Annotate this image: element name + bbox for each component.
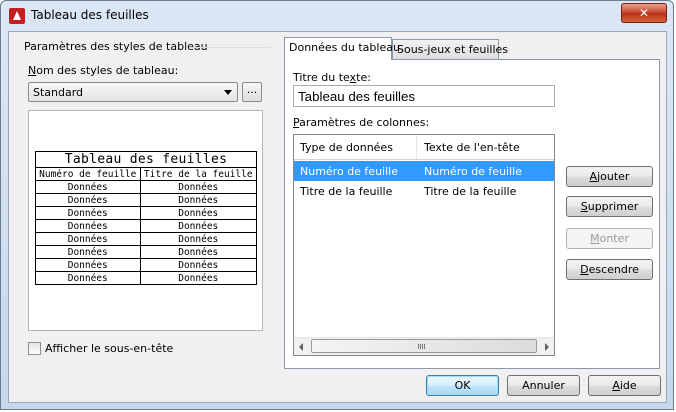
preview-cell: Données: [35, 271, 141, 285]
title-bar[interactable]: Tableau des feuilles ✕: [1, 1, 673, 31]
preview-table: Tableau des feuilles Numéro de feuille T…: [35, 151, 258, 285]
title-text-label: Titre du texte:: [293, 71, 371, 84]
column-settings-label: Paramètres de colonnes:: [293, 116, 430, 129]
chevron-down-icon: [224, 90, 232, 95]
preview-cell: Données: [139, 232, 258, 246]
preview-cell: Données: [139, 258, 258, 272]
list-item-header: Titre de la feuille: [424, 185, 517, 198]
tab-subsets-sheets[interactable]: Sous-jeux et feuilles: [392, 39, 508, 59]
column-header-header-text[interactable]: Texte de l'en-tête: [424, 141, 520, 154]
list-item-type: Titre de la feuille: [300, 185, 393, 198]
close-button[interactable]: ✕: [621, 3, 667, 23]
show-subheader-label[interactable]: Afficher le sous-en-tête: [45, 342, 173, 355]
list-item[interactable]: Numéro de feuille Numéro de feuille: [294, 161, 554, 181]
show-subheader-checkbox[interactable]: [28, 342, 41, 355]
ok-button[interactable]: OK: [426, 375, 499, 396]
dialog-client: Paramètres des styles de tableau Nom des…: [8, 31, 667, 403]
preview-cell: Données: [35, 219, 141, 233]
table-style-label: Nom des styles de tableau:: [28, 64, 179, 77]
columns-header: Type de données Texte de l'en-tête: [294, 135, 554, 160]
list-item[interactable]: Titre de la feuille Titre de la feuille: [294, 181, 554, 201]
table-style-value: Standard: [33, 86, 84, 99]
scrollbar-thumb[interactable]: [311, 339, 537, 353]
horizontal-scrollbar[interactable]: [294, 337, 554, 355]
autocad-icon: [9, 8, 25, 24]
preview-cell: Données: [139, 245, 258, 259]
tab-page-table-data: Titre du texte: Paramètres de colonnes: …: [284, 59, 660, 369]
window-title: Tableau des feuilles: [31, 8, 149, 22]
preview-cell: Données: [139, 206, 258, 220]
table-preview: Tableau des feuilles Numéro de feuille T…: [28, 110, 263, 331]
scroll-left-icon[interactable]: [299, 343, 303, 351]
tab-table-data[interactable]: Données du tableau: [284, 37, 400, 60]
list-item-header: Numéro de feuille: [424, 165, 522, 178]
help-button[interactable]: Aide: [588, 375, 661, 396]
column-header-divider[interactable]: [416, 135, 417, 159]
preview-cell: Données: [139, 193, 258, 207]
preview-title: Tableau des feuilles: [35, 151, 257, 168]
preview-cell: Données: [35, 180, 141, 194]
cancel-button[interactable]: Annuler: [507, 375, 580, 396]
preview-cell: Données: [35, 206, 141, 220]
move-down-button[interactable]: Descendre: [566, 259, 653, 280]
column-header-data-type[interactable]: Type de données: [300, 141, 393, 154]
move-up-button[interactable]: Monter: [566, 228, 653, 249]
scroll-right-icon[interactable]: [545, 343, 549, 351]
group-divider: [189, 47, 271, 48]
preview-cell: Données: [35, 258, 141, 272]
add-column-button[interactable]: Ajouter: [566, 166, 653, 187]
preview-cell: Données: [35, 245, 141, 259]
group-title-table-style: Paramètres des styles de tableau: [24, 40, 208, 53]
delete-column-button[interactable]: Supprimer: [566, 196, 653, 217]
preview-cell: Données: [35, 232, 141, 246]
list-item-type: Numéro de feuille: [300, 165, 398, 178]
preview-header-cell: Titre de la feuille: [139, 167, 258, 181]
preview-cell: Données: [35, 193, 141, 207]
table-style-dropdown[interactable]: Standard: [28, 82, 238, 102]
columns-listview[interactable]: Type de données Texte de l'en-tête Numér…: [293, 134, 555, 356]
title-text-input[interactable]: [293, 85, 555, 107]
preview-cell: Données: [139, 180, 258, 194]
preview-header-cell: Numéro de feuille: [35, 167, 141, 181]
browse-style-button[interactable]: ...: [242, 82, 262, 102]
dialog-window: Tableau des feuilles ✕ Paramètres des st…: [0, 0, 674, 410]
preview-cell: Données: [139, 271, 258, 285]
grip-icon: [418, 344, 426, 349]
preview-cell: Données: [139, 219, 258, 233]
